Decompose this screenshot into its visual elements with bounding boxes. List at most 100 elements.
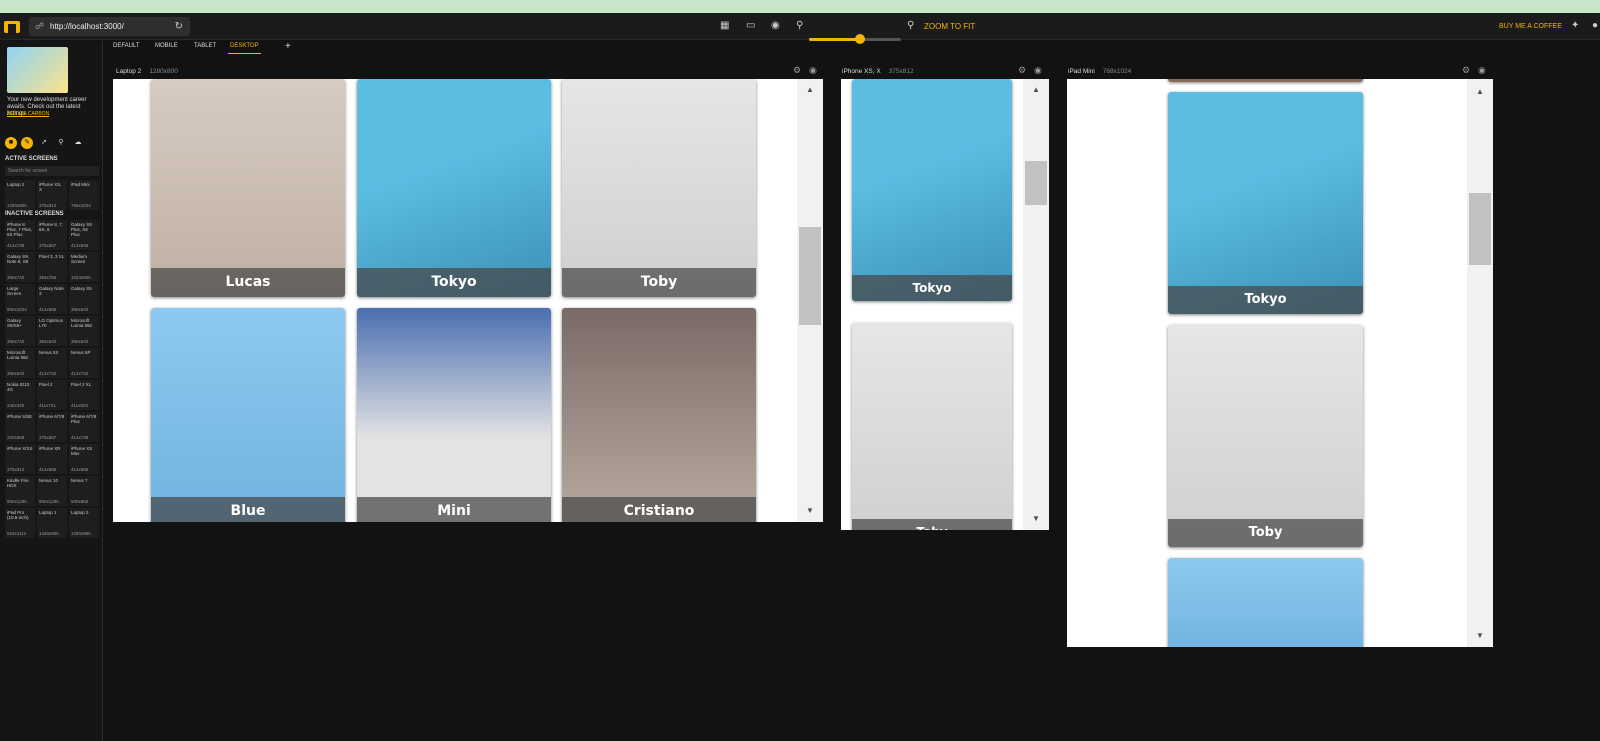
buy-me-a-coffee-link[interactable]: BUY ME A COFFEE <box>1499 21 1562 33</box>
pet-name: Cristiano <box>562 497 756 522</box>
device-frame-ipad-mini[interactable]: Tokyo Toby ▲ ▼ <box>1067 79 1493 647</box>
pet-card[interactable]: Tokyo <box>852 79 1012 301</box>
scrollbar[interactable]: ▲ ▼ <box>797 79 823 522</box>
device-frame-iphone-xs[interactable]: Tokyo Toby ▲ ▼ <box>841 79 1049 530</box>
scroll-down-arrow[interactable]: ▼ <box>1467 631 1493 641</box>
screen-tile[interactable]: iPad Mini 768x1024 <box>69 180 99 210</box>
screen-tile[interactable]: Galaxy S9, Note 8, S8 360x740 <box>5 252 35 282</box>
screen-tile[interactable]: iPhone 8 Plus, 7 Plus, 6S Plus 414x736 <box>5 220 35 250</box>
screen-tile[interactable]: Laptop 2 1280x800 <box>5 180 35 210</box>
add-tab-icon[interactable]: + <box>283 41 293 54</box>
pet-card[interactable] <box>1168 79 1363 82</box>
camera-icon[interactable]: ◉ <box>771 20 780 32</box>
tab-tablet[interactable]: TABLET <box>192 41 218 54</box>
screen-tile[interactable]: Medium Screen 1024x600 <box>69 252 99 282</box>
scrollbar[interactable]: ▲ ▼ <box>1467 79 1493 647</box>
github-icon[interactable]: ● <box>1592 20 1598 32</box>
screen-tile[interactable]: iPhone 6/7/8 375x667 <box>37 412 67 442</box>
screenshot-tool-icon[interactable]: ✎ <box>21 137 33 149</box>
zoom-slider[interactable] <box>809 34 901 44</box>
screen-tile[interactable]: iPhone 5/SE 320x568 <box>5 412 35 442</box>
screen-tile[interactable]: Large Screen 800x1024 <box>5 284 35 314</box>
screen-tile[interactable]: Galaxy S5 360x640 <box>69 284 99 314</box>
screen-tile-dimensions: 1280x960 <box>71 531 91 536</box>
screen-tile[interactable]: Pixel 3, 3 XL 393x786 <box>37 252 67 282</box>
screen-tile[interactable]: Nexus 7 600x960 <box>69 476 99 506</box>
screen-tile-dimensions: 414x736 <box>7 243 25 248</box>
tab-desktop[interactable]: DESKTOP <box>228 41 261 54</box>
scroll-up-arrow[interactable]: ▲ <box>1023 85 1049 95</box>
pet-card[interactable]: Cristiano <box>562 308 756 522</box>
screen-tile[interactable]: Galaxy S9/S8+ 360x740 <box>5 316 35 346</box>
zoom-to-fit-button[interactable]: ZOOM TO FIT <box>924 21 975 33</box>
pet-card[interactable]: Toby <box>562 79 756 297</box>
pet-card[interactable]: Tokyo <box>357 79 551 297</box>
app-logo[interactable] <box>4 21 20 33</box>
scroll-up-arrow[interactable]: ▲ <box>797 85 823 95</box>
pet-card[interactable]: Lucas <box>151 79 345 297</box>
screen-tile[interactable]: Kindle Fire HDX 800x1280 <box>5 476 35 506</box>
search-icon[interactable]: ⚲ <box>55 137 67 149</box>
pet-card[interactable]: Mini <box>357 308 551 522</box>
settings-icon[interactable]: ⚙ <box>793 65 801 76</box>
screen-tile[interactable]: Laptop 3 1280x960 <box>69 508 99 538</box>
screen-tile[interactable]: LG Optimus L70 384x640 <box>37 316 67 346</box>
scrollbar-thumb[interactable] <box>799 227 821 325</box>
screen-tile[interactable]: Pixel 2 411x731 <box>37 380 67 410</box>
pet-card[interactable]: Tokyo <box>1168 92 1363 314</box>
screen-tile[interactable]: Laptop 1 1440x900 <box>37 508 67 538</box>
screen-tile[interactable]: iPhone XR 414x896 <box>37 444 67 474</box>
screen-tile[interactable]: Nexus 10 800x1280 <box>37 476 67 506</box>
devices-icon[interactable]: ▦ <box>720 20 729 32</box>
scrollbar-thumb[interactable] <box>1469 193 1491 265</box>
camera-icon[interactable]: ◉ <box>809 65 817 76</box>
pet-card[interactable]: Blue <box>151 308 345 522</box>
ad-image[interactable] <box>7 47 68 93</box>
pet-name: Mini <box>357 497 551 522</box>
zoom-in-icon[interactable]: ⚲ <box>907 20 914 32</box>
screen-search-input[interactable]: Search for screen <box>5 166 99 176</box>
camera-icon[interactable]: ◉ <box>1478 65 1486 76</box>
camera-icon[interactable]: ◉ <box>1034 65 1042 76</box>
url-bar[interactable]: ☍ http://localhost:3000/ ↻ <box>29 17 190 36</box>
screen-tile[interactable]: Microsoft Lumia 950 360x640 <box>5 348 35 378</box>
inspect-icon[interactable]: ➚ <box>38 137 50 149</box>
network-icon[interactable]: ☁ <box>72 137 84 149</box>
screen-tile-name: Microsoft Lumia 950 <box>7 350 29 360</box>
screen-tile[interactable]: Microsoft Lumia 550 360x640 <box>69 316 99 346</box>
twitter-icon[interactable]: ✦ <box>1571 20 1579 32</box>
pet-card[interactable]: Toby <box>1168 325 1363 547</box>
scroll-down-arrow[interactable]: ▼ <box>797 506 823 516</box>
screen-tile[interactable]: iPhone XS Max 414x896 <box>69 444 99 474</box>
tab-mobile[interactable]: MOBILE <box>153 41 180 54</box>
rotate-screen-icon[interactable]: ▭ <box>746 20 755 32</box>
pet-card[interactable] <box>1168 558 1363 647</box>
screen-tile[interactable]: Galaxy Note 3 414x896 <box>37 284 67 314</box>
settings-icon[interactable]: ⚙ <box>1018 65 1026 76</box>
screen-tile[interactable]: Nokia 8110 4G 240x320 <box>5 380 35 410</box>
device-frame-laptop-2[interactable]: Lucas Tokyo Toby Blue Mini Cristiano ▲ ▼ <box>113 79 823 522</box>
scroll-down-arrow[interactable]: ▼ <box>1023 514 1049 524</box>
settings-icon[interactable]: ⚙ <box>1462 65 1470 76</box>
device-manager-icon[interactable]: ■ <box>5 137 17 149</box>
tab-default[interactable]: DEFAULT <box>111 41 142 54</box>
screen-tile[interactable]: iPhone X/XS 375x812 <box>5 444 35 474</box>
ad-via-carbon-link[interactable]: ADS VIA CARBON <box>7 111 49 117</box>
screen-tile[interactable]: iPhone 6/7/8 Plus 414x736 <box>69 412 99 442</box>
scrollbar[interactable]: ▲ ▼ <box>1023 79 1049 530</box>
scrollbar-thumb[interactable] <box>1025 161 1047 205</box>
screen-tile[interactable]: iPhone XS, X 375x812 <box>37 180 67 210</box>
screen-tile[interactable]: Nexus 5X 412x732 <box>37 348 67 378</box>
screen-tile[interactable]: iPhone 8, 7, 6S, 6 375x667 <box>37 220 67 250</box>
zoom-out-icon[interactable]: ⚲ <box>796 20 803 32</box>
screen-tile-name: Nexus 7 <box>71 478 88 483</box>
scroll-up-arrow[interactable]: ▲ <box>1467 87 1493 97</box>
screen-tile[interactable]: Galaxy S9 Plus, S8 Plus 412x846 <box>69 220 99 250</box>
screen-tile[interactable]: iPad Pro (10.5-inch) 834x1112 <box>5 508 35 538</box>
pet-card[interactable]: Toby <box>852 323 1012 530</box>
screen-tile[interactable]: Pixel 2 XL 411x823 <box>69 380 99 410</box>
zoom-slider-knob[interactable] <box>854 34 865 44</box>
reload-icon[interactable]: ↻ <box>175 17 183 36</box>
screen-tile-name: Laptop 2 <box>7 182 25 187</box>
screen-tile[interactable]: Nexus 6P 412x732 <box>69 348 99 378</box>
